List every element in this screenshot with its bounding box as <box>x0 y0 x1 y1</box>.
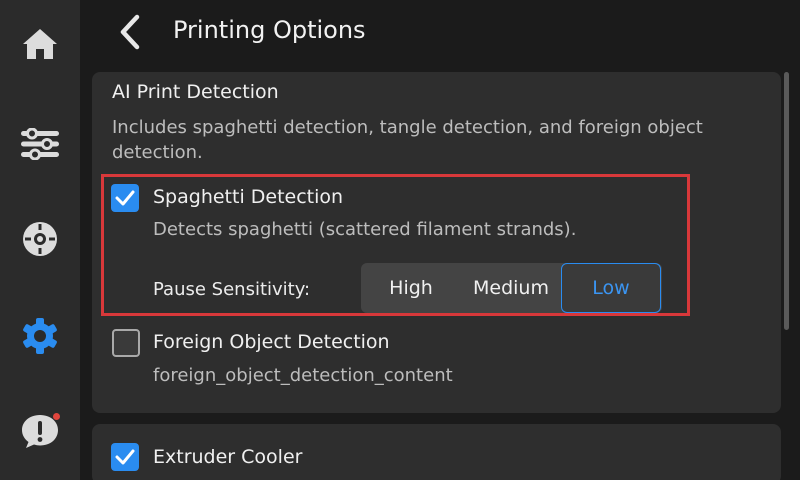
foreign-object-detection-label: Foreign Object Detection <box>153 331 390 353</box>
check-icon <box>115 190 135 206</box>
foreign-object-detection-description: foreign_object_detection_content <box>153 365 453 386</box>
spaghetti-detection-description: Detects spaghetti (scattered filament st… <box>153 219 577 240</box>
home-icon <box>23 29 57 59</box>
gear-icon <box>23 318 57 354</box>
back-button[interactable] <box>110 10 150 54</box>
sensitivity-medium-button[interactable]: Medium <box>461 263 561 313</box>
nav-controls[interactable] <box>0 114 80 174</box>
page-title: Printing Options <box>173 16 366 44</box>
check-icon <box>115 449 135 465</box>
extruder-cooler-checkbox[interactable] <box>111 443 139 471</box>
sidebar <box>0 0 80 480</box>
scrollbar[interactable] <box>784 72 789 330</box>
sliders-icon <box>21 128 59 160</box>
nav-notifications[interactable] <box>0 401 80 461</box>
nav-home[interactable] <box>0 14 80 74</box>
spaghetti-detection-checkbox[interactable] <box>111 184 139 212</box>
sensitivity-selector: High Medium Low <box>361 263 662 313</box>
sensitivity-low-button[interactable]: Low <box>561 263 661 313</box>
section-title: AI Print Detection <box>112 81 279 103</box>
pause-sensitivity-label: Pause Sensitivity: <box>153 279 311 300</box>
filament-spool-icon <box>23 222 57 256</box>
chevron-left-icon <box>120 14 140 50</box>
nav-settings[interactable] <box>0 306 80 366</box>
sensitivity-high-button[interactable]: High <box>361 263 461 313</box>
section-description: Includes spaghetti detection, tangle det… <box>112 117 703 163</box>
spaghetti-detection-label: Spaghetti Detection <box>153 186 344 208</box>
nav-filament[interactable] <box>0 209 80 269</box>
notification-dot <box>53 413 60 420</box>
extruder-cooler-label: Extruder Cooler <box>153 446 303 468</box>
foreign-object-detection-checkbox[interactable] <box>112 329 140 357</box>
header: Printing Options <box>80 0 800 64</box>
